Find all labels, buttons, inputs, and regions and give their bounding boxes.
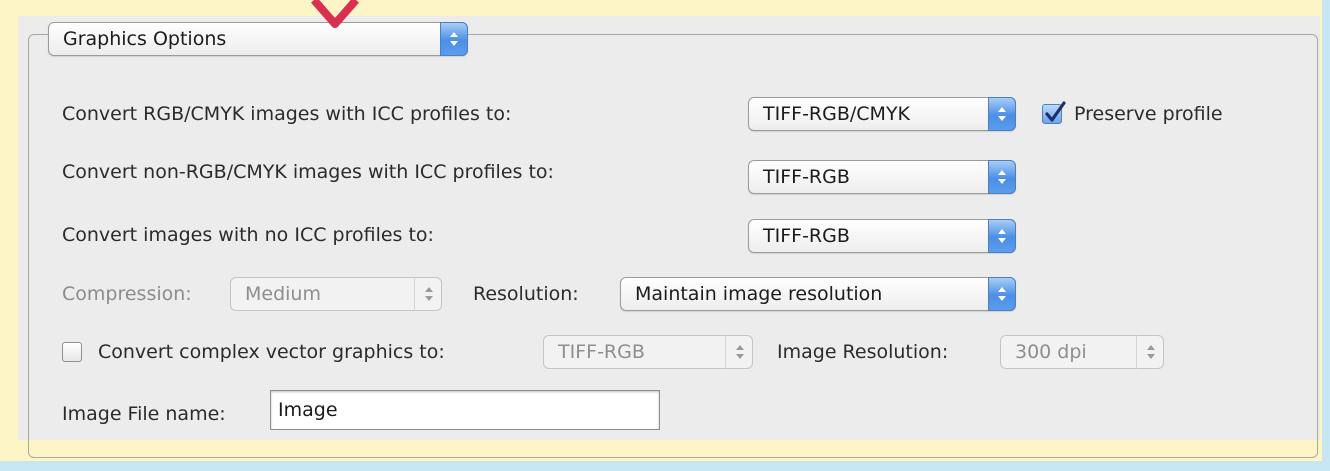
popup-arrows-icon: [440, 22, 468, 56]
section-popup-value: Graphics Options: [63, 28, 227, 50]
rgb-cmyk-popup[interactable]: TIFF-RGB/CMYK: [748, 97, 1016, 131]
popup-arrows-icon: [725, 335, 753, 369]
popup-arrows-icon: [414, 277, 442, 311]
resolution-value: Maintain image resolution: [635, 283, 883, 305]
image-resolution-popup: 300 dpi: [1000, 335, 1164, 369]
rgb-cmyk-label: Convert RGB/CMYK images with ICC profile…: [62, 103, 512, 125]
complex-vector-popup: TIFF-RGB: [543, 335, 753, 369]
graphics-options-panel: Graphics Options Convert RGB/CMYK images…: [18, 16, 1320, 458]
no-icc-popup[interactable]: TIFF-RGB: [748, 219, 1016, 253]
no-icc-label: Convert images with no ICC profiles to:: [62, 224, 434, 246]
compression-value: Medium: [245, 283, 321, 305]
frame-border-right: [1322, 0, 1330, 471]
preserve-profile-label[interactable]: Preserve profile: [1074, 102, 1223, 126]
image-file-name-label: Image File name:: [62, 403, 226, 425]
complex-vector-label[interactable]: Convert complex vector graphics to:: [98, 340, 445, 364]
rgb-cmyk-value: TIFF-RGB/CMYK: [763, 103, 911, 125]
popup-arrows-icon: [988, 97, 1016, 131]
complex-vector-checkbox[interactable]: [62, 342, 82, 362]
non-rgb-cmyk-label: Convert non-RGB/CMYK images with ICC pro…: [62, 161, 554, 183]
popup-arrows-icon: [988, 160, 1016, 194]
non-rgb-cmyk-popup[interactable]: TIFF-RGB: [748, 160, 1016, 194]
popup-arrows-icon: [988, 277, 1016, 311]
non-rgb-cmyk-value: TIFF-RGB: [763, 166, 850, 188]
compression-label: Compression:: [62, 283, 192, 305]
popup-arrows-icon: [1136, 335, 1164, 369]
resolution-popup[interactable]: Maintain image resolution: [620, 277, 1016, 311]
frame-border-bottom: [0, 461, 1330, 471]
compression-popup: Medium: [230, 277, 442, 311]
image-file-name-field[interactable]: Image: [270, 390, 660, 430]
popup-arrows-icon: [988, 219, 1016, 253]
image-resolution-value: 300 dpi: [1015, 341, 1087, 363]
resolution-label: Resolution:: [473, 283, 579, 305]
image-resolution-label: Image Resolution:: [777, 341, 949, 363]
preserve-profile-checkbox[interactable]: [1042, 101, 1066, 124]
complex-vector-value: TIFF-RGB: [558, 341, 645, 363]
no-icc-value: TIFF-RGB: [763, 225, 850, 247]
checkmark-icon: [1045, 101, 1066, 122]
section-popup[interactable]: Graphics Options: [48, 22, 468, 56]
down-arrow-icon: [310, 0, 360, 28]
